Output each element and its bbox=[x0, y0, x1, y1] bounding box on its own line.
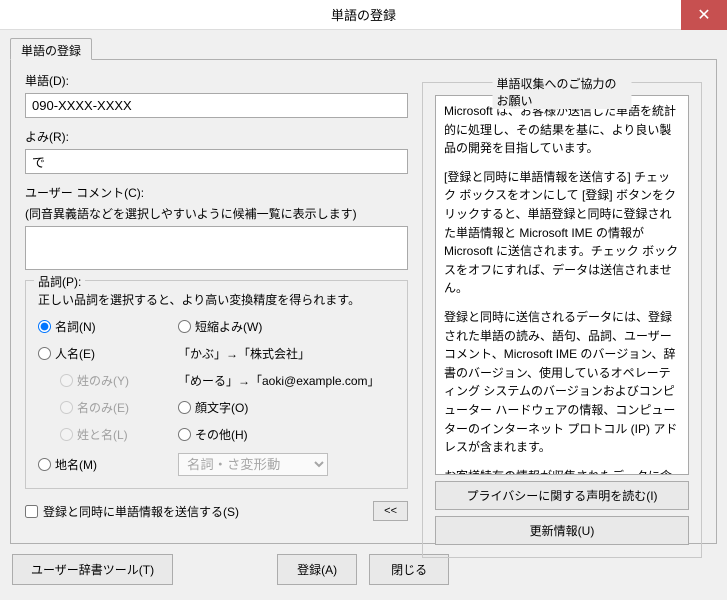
radio-surname-only-input bbox=[60, 374, 73, 387]
tab-strip: 単語の登録 bbox=[10, 38, 717, 60]
radio-noun[interactable]: 名詞(N) bbox=[38, 318, 178, 335]
example-1: 「かぶ」→「株式会社」 bbox=[178, 345, 395, 362]
radio-place-input[interactable] bbox=[38, 458, 51, 471]
pos-groupbox: 品詞(P): 正しい品詞を選択すると、より高い変換精度を得られます。 名詞(N)… bbox=[25, 280, 408, 489]
info-groupbox: 単語収集へのご協力のお願い Microsoft は、お客様が送信した単語を統計的… bbox=[422, 82, 702, 558]
radio-noun-label: 名詞(N) bbox=[55, 318, 96, 335]
dict-tool-button[interactable]: ユーザー辞書ツール(T) bbox=[12, 554, 173, 585]
close-icon[interactable]: ✕ bbox=[681, 0, 727, 30]
radio-face-label: 顔文字(O) bbox=[195, 399, 248, 416]
radio-person[interactable]: 人名(E) bbox=[38, 345, 178, 362]
reading-input[interactable] bbox=[25, 149, 408, 174]
person-subgroup: 姓のみ(Y) bbox=[38, 372, 178, 389]
radio-full-name: 姓と名(L) bbox=[60, 426, 178, 443]
update-info-button[interactable]: 更新情報(U) bbox=[435, 516, 689, 545]
radio-noun-input[interactable] bbox=[38, 320, 51, 333]
info-title: 単語収集へのご協力のお願い bbox=[493, 75, 632, 109]
radio-surname-only-label: 姓のみ(Y) bbox=[77, 372, 129, 389]
person-subgroup-3: 姓と名(L) bbox=[38, 426, 178, 443]
pos-hint: 正しい品詞を選択すると、より高い変換精度を得られます。 bbox=[38, 291, 395, 308]
tab-panel: 単語(D): よみ(R): ユーザー コメント(C): (同音異義語などを選択し… bbox=[10, 59, 717, 544]
person-subgroup-2: 名のみ(E) bbox=[38, 399, 178, 416]
radio-person-input[interactable] bbox=[38, 347, 51, 360]
radio-face-input[interactable] bbox=[178, 401, 191, 414]
close-button[interactable]: 閉じる bbox=[369, 554, 449, 585]
info-p1: Microsoft は、お客様が送信した単語を統計的に処理し、その結果を基に、よ… bbox=[444, 102, 680, 158]
info-p2: [登録と同時に単語情報を送信する] チェック ボックスをオンにして [登録] ボ… bbox=[444, 168, 680, 298]
radio-given-only-label: 名のみ(E) bbox=[77, 399, 129, 416]
send-checkbox-input[interactable] bbox=[25, 505, 38, 518]
radio-other[interactable]: その他(H) bbox=[178, 426, 395, 443]
word-label: 単語(D): bbox=[25, 72, 408, 89]
register-button[interactable]: 登録(A) bbox=[277, 554, 357, 585]
radio-place[interactable]: 地名(M) bbox=[38, 456, 178, 473]
comment-label: ユーザー コメント(C): bbox=[25, 184, 408, 201]
send-checkbox-label: 登録と同時に単語情報を送信する(S) bbox=[43, 503, 239, 520]
radio-given-only-input bbox=[60, 401, 73, 414]
radio-given-only: 名のみ(E) bbox=[60, 399, 178, 416]
tab-word-register[interactable]: 単語の登録 bbox=[10, 38, 92, 60]
other-select: 名詞・さ変形動 bbox=[178, 453, 328, 476]
left-column: 単語(D): よみ(R): ユーザー コメント(C): (同音異義語などを選択し… bbox=[25, 72, 408, 531]
radio-full-name-label: 姓と名(L) bbox=[77, 426, 128, 443]
pos-grid: 名詞(N) 短縮よみ(W) 人名(E) 「かぶ」→「株式会社」 bbox=[38, 318, 395, 476]
radio-abbrev-input[interactable] bbox=[178, 320, 191, 333]
info-textarea[interactable]: Microsoft は、お客様が送信した単語を統計的に処理し、その結果を基に、よ… bbox=[435, 95, 689, 475]
reading-label: よみ(R): bbox=[25, 128, 408, 145]
radio-other-input[interactable] bbox=[178, 428, 191, 441]
window-title: 単語の登録 bbox=[331, 5, 396, 24]
privacy-button[interactable]: プライバシーに関する声明を読む(I) bbox=[435, 481, 689, 510]
collapse-button[interactable]: << bbox=[373, 501, 408, 521]
pos-title: 品詞(P): bbox=[34, 273, 85, 290]
send-checkbox[interactable]: 登録と同時に単語情報を送信する(S) bbox=[25, 503, 239, 520]
word-input[interactable] bbox=[25, 93, 408, 118]
radio-face[interactable]: 顔文字(O) bbox=[178, 399, 395, 416]
radio-abbrev-label: 短縮よみ(W) bbox=[195, 318, 262, 335]
info-p4: お客様特有の情報が収集されたデータに含まれることがあります。このような情報が存在… bbox=[444, 467, 680, 475]
radio-place-label: 地名(M) bbox=[55, 456, 97, 473]
info-p3: 登録と同時に送信されるデータには、登録された単語の読み、語句、品詞、ユーザー コ… bbox=[444, 308, 680, 457]
example-2: 「めーる」→「aoki@example.com」 bbox=[178, 372, 395, 389]
window-body: 単語の登録 単語(D): よみ(R): ユーザー コメント(C): (同音異義語… bbox=[0, 30, 727, 600]
comment-hint: (同音異義語などを選択しやすいように候補一覧に表示します) bbox=[25, 205, 408, 222]
title-bar: 単語の登録 ✕ bbox=[0, 0, 727, 30]
radio-other-label: その他(H) bbox=[195, 426, 248, 443]
comment-input[interactable] bbox=[25, 226, 408, 270]
radio-abbrev[interactable]: 短縮よみ(W) bbox=[178, 318, 395, 335]
radio-surname-only: 姓のみ(Y) bbox=[60, 372, 178, 389]
radio-full-name-input bbox=[60, 428, 73, 441]
radio-person-label: 人名(E) bbox=[55, 345, 95, 362]
send-row: 登録と同時に単語情報を送信する(S) << bbox=[25, 501, 408, 521]
right-column: 単語収集へのご協力のお願い Microsoft は、お客様が送信した単語を統計的… bbox=[422, 72, 702, 531]
